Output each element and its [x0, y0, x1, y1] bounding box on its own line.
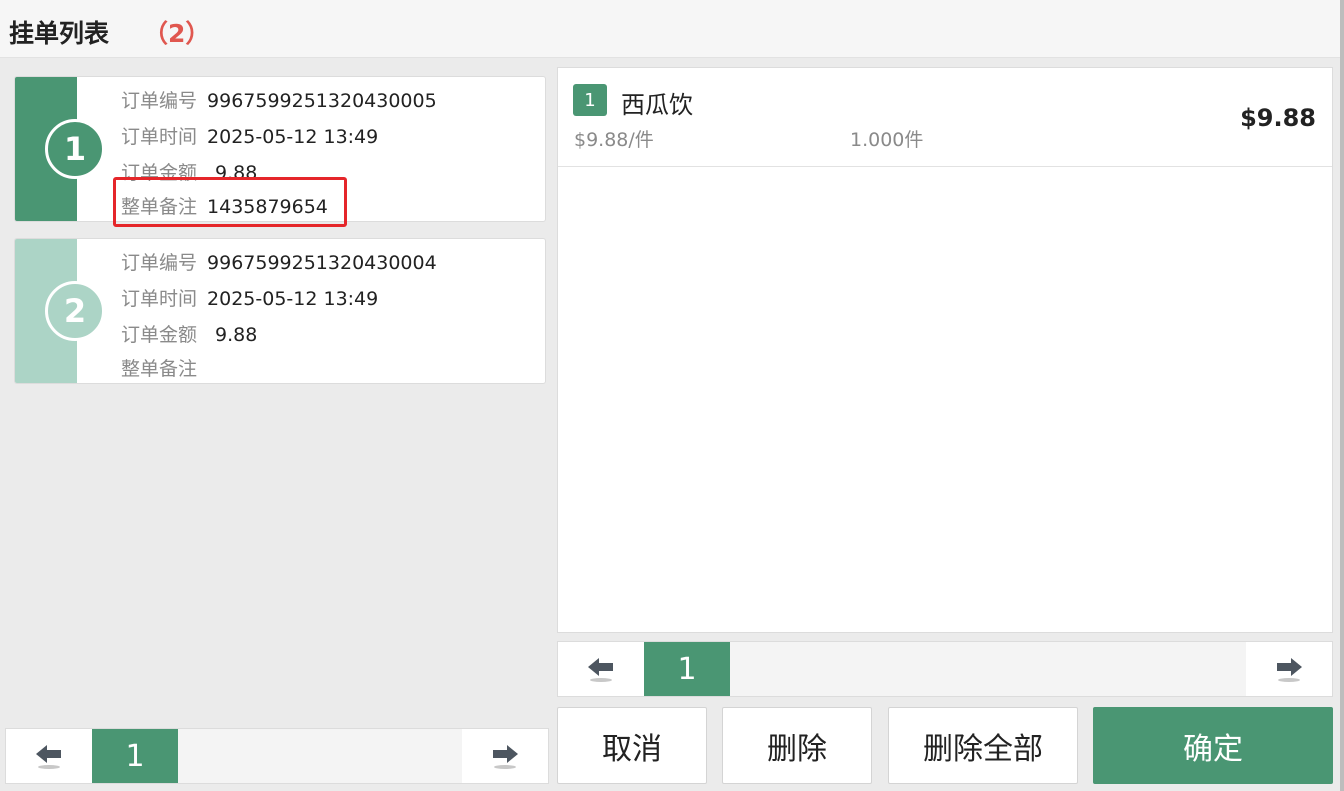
prev-page-button[interactable] — [6, 729, 92, 783]
order-no-row: 订单编号 9967599251320430005 — [121, 86, 437, 113]
order-no-label: 订单编号 — [121, 252, 198, 274]
arrow-left-icon — [588, 658, 613, 682]
order-no-value: 9967599251320430005 — [207, 90, 437, 112]
order-card-2[interactable]: 2 订单编号 9967599251320430004 订单时间 2025-05-12… — [14, 238, 546, 384]
order-amount-row: 订单金额 9.88 — [121, 320, 257, 347]
delete-all-button[interactable]: 删除全部 — [888, 707, 1078, 784]
current-page[interactable]: 1 — [92, 729, 178, 783]
next-page-button[interactable] — [462, 729, 548, 783]
next-page-button[interactable] — [1246, 642, 1332, 696]
order-list-pager: 1 — [5, 728, 549, 784]
order-note-row: 整单备注 — [121, 354, 207, 381]
order-time-value: 2025-05-12 13:49 — [207, 126, 379, 148]
order-no-label: 订单编号 — [121, 90, 198, 112]
note-highlight-box — [113, 177, 347, 227]
order-time-row: 订单时间 2025-05-12 13:49 — [121, 122, 378, 149]
current-page[interactable]: 1 — [644, 642, 730, 696]
order-time-label: 订单时间 — [121, 288, 198, 310]
order-time-label: 订单时间 — [121, 126, 198, 148]
item-name: 西瓜饮 — [621, 91, 693, 119]
order-detail-panel: 1 西瓜饮 $9.88/件 1.000件 $9.88 — [557, 67, 1333, 633]
order-note-label: 整单备注 — [121, 358, 198, 380]
order-no-row: 订单编号 9967599251320430004 — [121, 248, 437, 275]
cancel-button[interactable]: 取消 — [557, 707, 707, 784]
order-index-badge: 1 — [45, 119, 105, 179]
item-quantity: 1.000件 — [850, 129, 924, 151]
page-title: 挂单列表 — [9, 19, 110, 48]
arrow-right-icon — [1277, 658, 1302, 682]
order-index-badge: 2 — [45, 281, 105, 341]
order-time-value: 2025-05-12 13:49 — [207, 288, 379, 310]
item-unit-price: $9.88/件 — [574, 129, 654, 151]
arrow-left-icon — [36, 745, 61, 769]
arrow-right-icon — [493, 745, 518, 769]
detail-pager: 1 — [557, 641, 1333, 697]
order-no-value: 9967599251320430004 — [207, 252, 437, 274]
order-amount-value: 9.88 — [215, 324, 258, 346]
confirm-button[interactable]: 确定 — [1093, 707, 1333, 784]
order-time-row: 订单时间 2025-05-12 13:49 — [121, 284, 378, 311]
delete-button[interactable]: 删除 — [722, 707, 872, 784]
order-count: （2） — [143, 19, 211, 48]
prev-page-button[interactable] — [558, 642, 644, 696]
item-index-badge: 1 — [573, 84, 607, 116]
item-total: $9.88 — [1240, 104, 1316, 132]
header: 挂单列表 （2） — [0, 0, 1344, 58]
scrollbar[interactable] — [1340, 0, 1344, 791]
order-amount-label: 订单金额 — [121, 324, 198, 346]
list-item[interactable]: 1 西瓜饮 $9.88/件 1.000件 $9.88 — [558, 68, 1332, 167]
